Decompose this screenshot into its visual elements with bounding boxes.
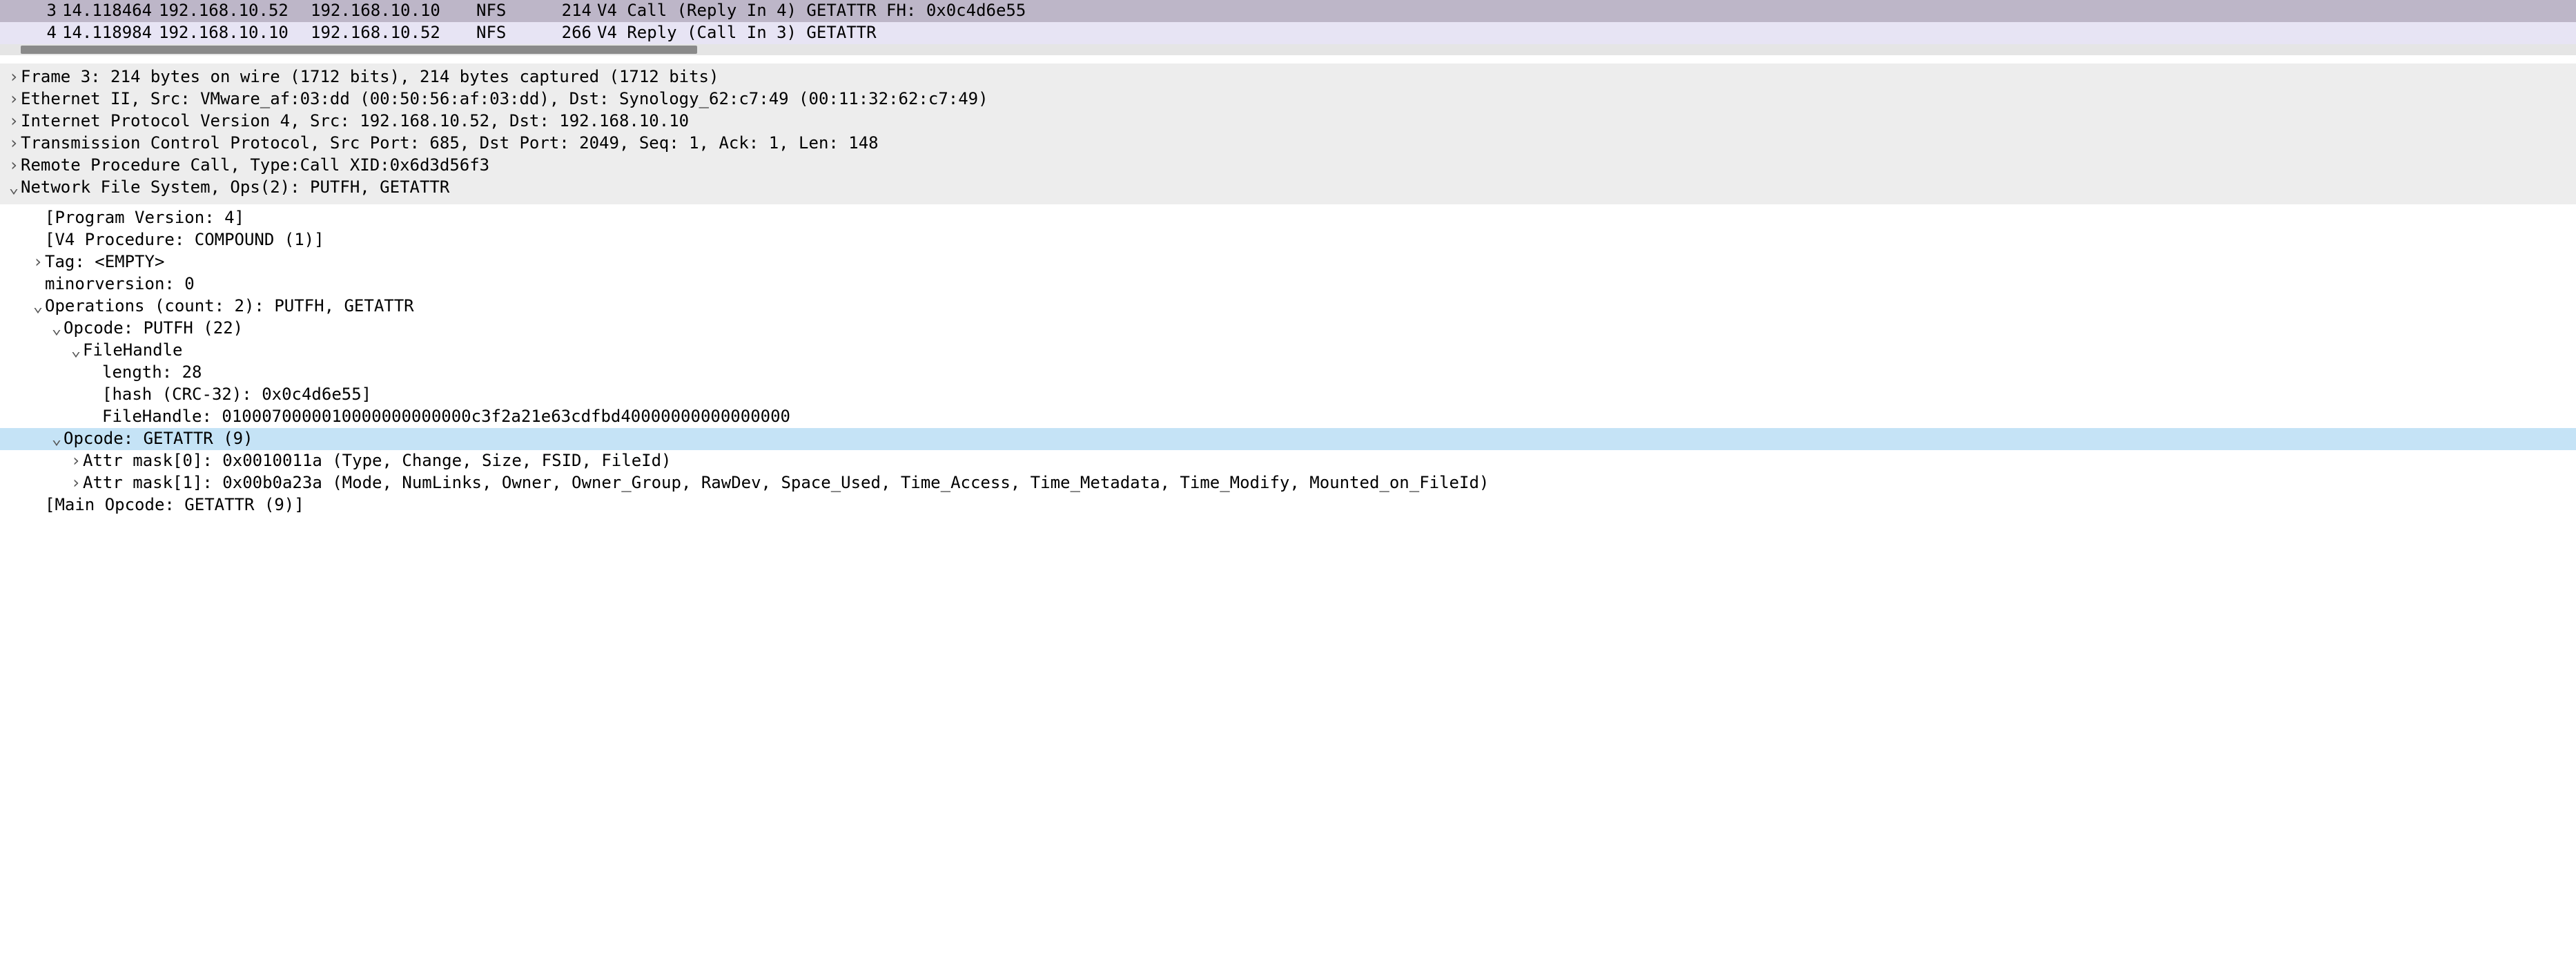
nfs-subtree: [Program Version: 4] [V4 Procedure: COMP… — [0, 204, 2576, 522]
tree-label: Network File System, Ops(2): PUTFH, GETA… — [21, 177, 449, 198]
packet-details: › Frame 3: 214 bytes on wire (1712 bits)… — [0, 64, 2576, 204]
tree-label: length: 28 — [102, 362, 202, 383]
tree-label: Internet Protocol Version 4, Src: 192.16… — [21, 110, 689, 132]
col-info: V4 Call (Reply In 4) GETATTR FH: 0x0c4d6… — [597, 0, 2576, 21]
col-no: 3 — [14, 0, 62, 21]
tree-label: Attr mask[0]: 0x0010011a (Type, Change, … — [83, 450, 672, 472]
col-source: 192.168.10.10 — [159, 22, 311, 43]
col-info: V4 Reply (Call In 3) GETATTR — [597, 22, 2576, 43]
col-source: 192.168.10.52 — [159, 0, 311, 21]
tree-label: Attr mask[1]: 0x00b0a23a (Mode, NumLinks… — [83, 472, 1489, 494]
tree-label: Frame 3: 214 bytes on wire (1712 bits), … — [21, 66, 719, 88]
tree-label: FileHandle — [83, 340, 183, 361]
tree-label: Opcode: PUTFH (22) — [64, 318, 243, 339]
tree-row-putfh[interactable]: ⌄ Opcode: PUTFH (22) — [0, 318, 2576, 340]
tree-row-nfs[interactable]: ⌄ Network File System, Ops(2): PUTFH, GE… — [0, 177, 2576, 199]
chevron-down-icon[interactable]: ⌄ — [50, 428, 64, 449]
packet-list: 3 14.118464 192.168.10.52 192.168.10.10 … — [0, 0, 2576, 44]
tree-row-ethernet[interactable]: › Ethernet II, Src: VMware_af:03:dd (00:… — [0, 88, 2576, 110]
tree-label: FileHandle: 0100070000010000000000000c3f… — [102, 406, 790, 427]
col-length: 214 — [556, 0, 597, 21]
tree-row-tag[interactable]: › Tag: <EMPTY> — [0, 251, 2576, 273]
tree-row-tcp[interactable]: › Transmission Control Protocol, Src Por… — [0, 133, 2576, 155]
chevron-right-icon[interactable]: › — [7, 155, 21, 176]
chevron-right-icon[interactable]: › — [7, 66, 21, 88]
tree-label: Tag: <EMPTY> — [45, 251, 164, 273]
col-dest: 192.168.10.10 — [311, 0, 476, 21]
chevron-right-icon[interactable]: › — [31, 251, 45, 273]
tree-row-operations[interactable]: ⌄ Operations (count: 2): PUTFH, GETATTR — [0, 295, 2576, 318]
col-protocol: NFS — [476, 22, 556, 43]
col-time: 14.118464 — [62, 0, 159, 21]
tree-row-filehandle[interactable]: ⌄ FileHandle — [0, 340, 2576, 362]
tree-label: Opcode: GETATTR (9) — [64, 428, 253, 449]
chevron-right-icon[interactable]: › — [7, 88, 21, 110]
tree-label: Ethernet II, Src: VMware_af:03:dd (00:50… — [21, 88, 988, 110]
tree-label: Transmission Control Protocol, Src Port:… — [21, 133, 879, 154]
chevron-down-icon[interactable]: ⌄ — [7, 177, 21, 198]
col-time: 14.118984 — [62, 22, 159, 43]
horizontal-scrollbar[interactable] — [0, 44, 2576, 55]
tree-row[interactable]: minorversion: 0 — [0, 273, 2576, 295]
col-protocol: NFS — [476, 0, 556, 21]
tree-row-attrmask0[interactable]: › Attr mask[0]: 0x0010011a (Type, Change… — [0, 450, 2576, 472]
packet-row[interactable]: 3 14.118464 192.168.10.52 192.168.10.10 … — [0, 0, 2576, 22]
chevron-right-icon[interactable]: › — [69, 472, 83, 494]
tree-row[interactable]: FileHandle: 0100070000010000000000000c3f… — [0, 406, 2576, 428]
tree-row[interactable]: length: 28 — [0, 362, 2576, 384]
col-length: 266 — [556, 22, 597, 43]
tree-label: Remote Procedure Call, Type:Call XID:0x6… — [21, 155, 489, 176]
tree-row[interactable]: [hash (CRC-32): 0x0c4d6e55] — [0, 384, 2576, 406]
tree-row-ip[interactable]: › Internet Protocol Version 4, Src: 192.… — [0, 110, 2576, 133]
tree-row[interactable]: [Program Version: 4] — [0, 207, 2576, 229]
tree-label: [V4 Procedure: COMPOUND (1)] — [45, 229, 324, 251]
tree-row[interactable]: [Main Opcode: GETATTR (9)] — [0, 494, 2576, 516]
tree-row[interactable]: [V4 Procedure: COMPOUND (1)] — [0, 229, 2576, 251]
chevron-right-icon[interactable]: › — [7, 133, 21, 154]
scrollbar-thumb[interactable] — [21, 46, 697, 54]
chevron-right-icon[interactable]: › — [69, 450, 83, 472]
tree-row-rpc[interactable]: › Remote Procedure Call, Type:Call XID:0… — [0, 155, 2576, 177]
tree-label: [Main Opcode: GETATTR (9)] — [45, 494, 304, 516]
tree-label: [hash (CRC-32): 0x0c4d6e55] — [102, 384, 371, 405]
tree-label: [Program Version: 4] — [45, 207, 244, 229]
chevron-down-icon[interactable]: ⌄ — [50, 318, 64, 339]
chevron-right-icon[interactable]: › — [7, 110, 21, 132]
tree-row-getattr[interactable]: ⌄ Opcode: GETATTR (9) — [0, 428, 2576, 450]
tree-row-frame[interactable]: › Frame 3: 214 bytes on wire (1712 bits)… — [0, 66, 2576, 88]
chevron-down-icon[interactable]: ⌄ — [69, 340, 83, 361]
chevron-down-icon[interactable]: ⌄ — [31, 295, 45, 317]
tree-label: minorversion: 0 — [45, 273, 195, 295]
col-dest: 192.168.10.52 — [311, 22, 476, 43]
tree-row-attrmask1[interactable]: › Attr mask[1]: 0x00b0a23a (Mode, NumLin… — [0, 472, 2576, 494]
col-no: 4 — [14, 22, 62, 43]
packet-row[interactable]: 4 14.118984 192.168.10.10 192.168.10.52 … — [0, 22, 2576, 44]
tree-label: Operations (count: 2): PUTFH, GETATTR — [45, 295, 414, 317]
